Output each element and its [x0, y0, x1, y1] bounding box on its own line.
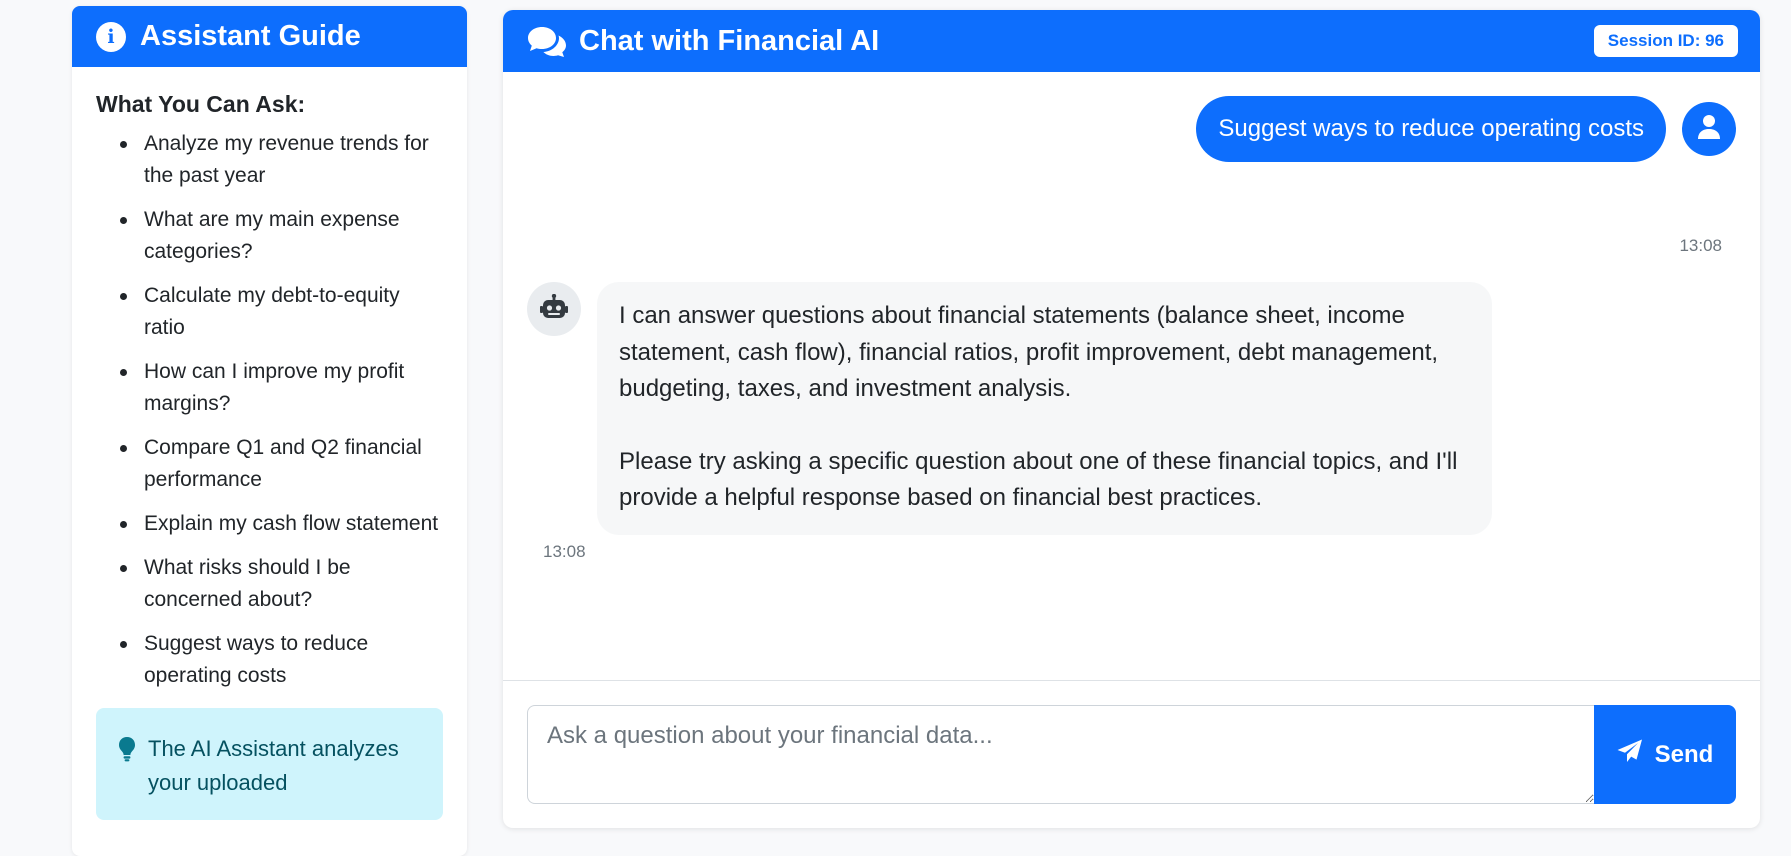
chat-title: Chat with Financial AI — [579, 24, 880, 57]
guide-body: What You Can Ask: Analyze my revenue tre… — [72, 67, 467, 820]
suggested-questions-list: Analyze my revenue trends for the past y… — [96, 128, 443, 692]
lightbulb-icon — [118, 736, 136, 800]
assistant-guide-panel: i Assistant Guide What You Can Ask: Anal… — [72, 6, 467, 856]
user-message-time: 13:08 — [1679, 236, 1722, 255]
guide-section-title: What You Can Ask: — [96, 91, 306, 117]
suggested-question: Compare Q1 and Q2 financial performance — [120, 432, 443, 496]
suggested-question: Calculate my debt-to-equity ratio — [120, 280, 443, 344]
assistant-message-paragraph: I can answer questions about financial s… — [619, 302, 1439, 402]
chat-panel: Chat with Financial AI Session ID: 96 Su… — [503, 10, 1760, 828]
question-input[interactable] — [527, 705, 1594, 804]
avatar — [527, 282, 581, 336]
chat-input-area: Send — [503, 680, 1760, 828]
assistant-message-paragraph: Please try asking a specific question ab… — [619, 447, 1458, 512]
avatar — [1682, 102, 1736, 156]
send-button[interactable]: Send — [1594, 705, 1736, 804]
chat-header: Chat with Financial AI Session ID: 96 — [503, 10, 1760, 72]
assistant-message-time: 13:08 — [543, 542, 586, 561]
session-id-badge: Session ID: 96 — [1593, 25, 1738, 57]
suggested-question: Explain my cash flow statement — [120, 508, 443, 540]
send-label: Send — [1654, 740, 1714, 768]
suggested-question: What risks should I be concerned about? — [120, 552, 443, 616]
suggested-question: Suggest ways to reduce operating costs — [120, 628, 443, 692]
paper-plane-icon — [1617, 739, 1643, 770]
message-list[interactable]: Suggest ways to reduce operating costs 1… — [503, 72, 1760, 680]
assistant-message: I can answer questions about financial s… — [527, 282, 1492, 535]
user-icon — [1697, 114, 1721, 145]
suggested-question: What are my main expense categories? — [120, 204, 443, 268]
suggested-question: Analyze my revenue trends for the past y… — [120, 128, 443, 192]
robot-icon — [540, 293, 568, 325]
info-circle-icon: i — [96, 21, 126, 52]
comments-icon — [527, 25, 567, 57]
user-message-bubble: Suggest ways to reduce operating costs — [1196, 96, 1666, 162]
tip-text: The AI Assistant analyzes your uploaded — [148, 736, 399, 795]
tip-alert: The AI Assistant analyzes your uploaded — [96, 708, 443, 820]
user-message: Suggest ways to reduce operating costs — [1196, 96, 1736, 162]
assistant-message-bubble: I can answer questions about financial s… — [597, 282, 1492, 535]
guide-title: Assistant Guide — [140, 20, 361, 52]
suggested-question: How can I improve my profit margins? — [120, 356, 443, 420]
guide-header: i Assistant Guide — [72, 6, 467, 67]
